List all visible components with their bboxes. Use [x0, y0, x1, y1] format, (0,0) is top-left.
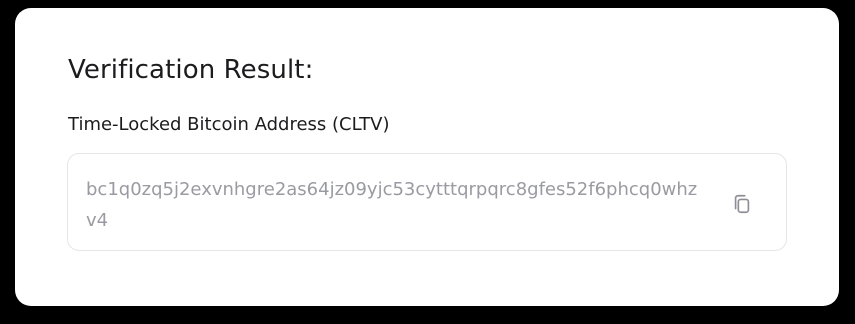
copy-icon	[734, 194, 750, 214]
verification-result-card: Verification Result: Time-Locked Bitcoin…	[15, 8, 839, 306]
copy-button[interactable]	[727, 189, 757, 219]
address-label: Time-Locked Bitcoin Address (CLTV)	[68, 114, 390, 135]
address-value[interactable]: bc1q0zq5j2exvnhgre2as64jz09yjc53cytttqrp…	[86, 174, 698, 236]
address-field: bc1q0zq5j2exvnhgre2as64jz09yjc53cytttqrp…	[67, 153, 787, 251]
verification-result-title: Verification Result:	[68, 55, 314, 85]
